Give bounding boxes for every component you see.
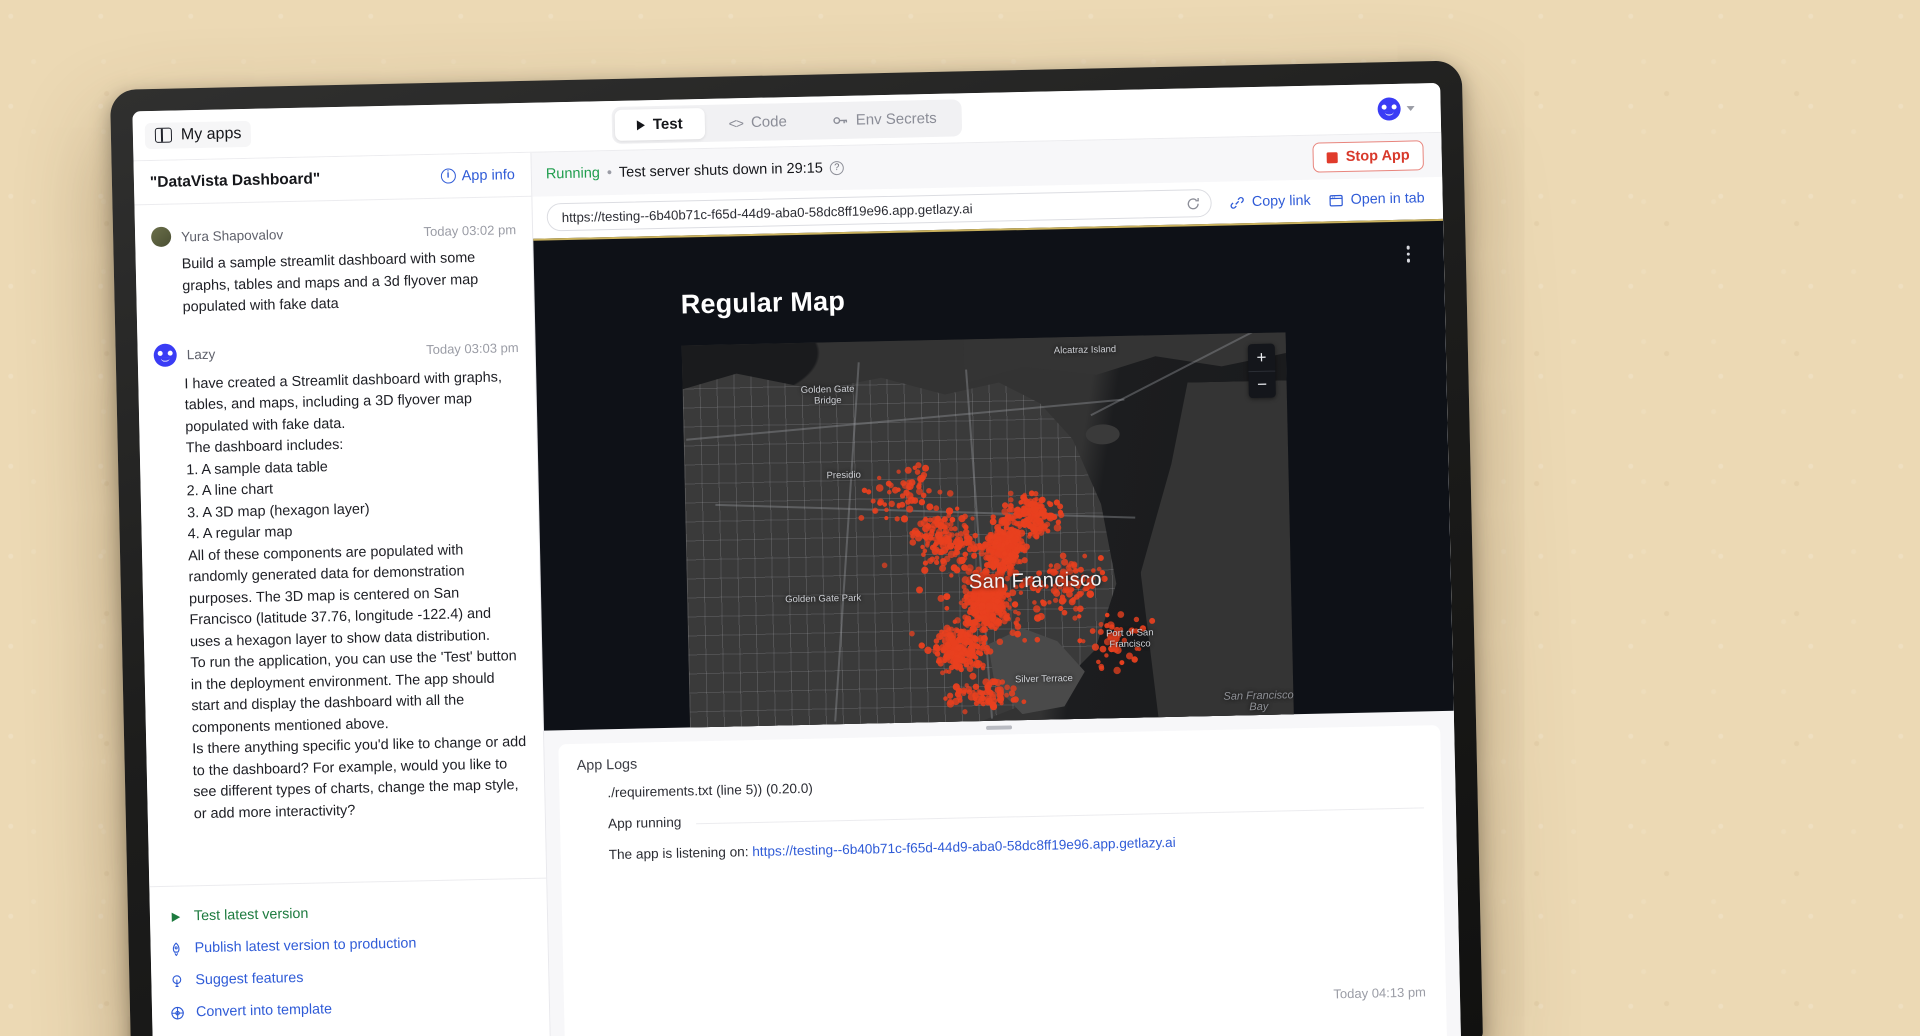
- chat-author: Yura Shapovalov: [181, 224, 414, 244]
- app-preview[interactable]: Regular Map: [533, 219, 1454, 731]
- chevron-down-icon: [1407, 105, 1415, 110]
- chat-message-text: Build a sample streamlit dashboard with …: [152, 247, 518, 319]
- stop-square-icon: [1327, 152, 1338, 163]
- open-in-tab-icon: [1329, 193, 1344, 208]
- status-message: Test server shuts down in 29:15: [619, 160, 823, 180]
- chat-sidebar: "DataVista Dashboard" i App info Yura Sh…: [133, 153, 551, 1036]
- action-label: Suggest features: [195, 970, 303, 988]
- map-zoom-controls: + −: [1248, 344, 1276, 399]
- zoom-out-button[interactable]: −: [1248, 371, 1276, 399]
- status-badge: Running: [546, 165, 600, 182]
- link-icon: [1230, 195, 1245, 210]
- my-apps-button[interactable]: My apps: [145, 120, 252, 148]
- tab-env-secrets-label: Env Secrets: [856, 110, 937, 129]
- avatar: [151, 227, 171, 247]
- app-logs-panel[interactable]: App Logs ./requirements.txt (line 5)) (0…: [558, 725, 1447, 1036]
- copy-link-label: Copy link: [1252, 193, 1311, 210]
- app-info-label: App info: [461, 167, 515, 184]
- log-line: The app is listening on: https://testing…: [579, 829, 1425, 862]
- app-info-button[interactable]: i App info: [440, 167, 515, 185]
- account-menu[interactable]: [1377, 96, 1414, 120]
- app-logs-title: App Logs: [577, 739, 1423, 773]
- action-label: Convert into template: [196, 1001, 332, 1020]
- log-line: ./requirements.txt (line 5)) (0.20.0): [577, 767, 1423, 800]
- map-heading: Regular Map: [680, 286, 845, 321]
- sidebar-actions: Test latest version Publish latest versi…: [149, 878, 550, 1036]
- key-icon: [833, 113, 848, 128]
- main-panel: Running • Test server shuts down in 29:1…: [531, 133, 1461, 1036]
- status-text: Running • Test server shuts down in 29:1…: [546, 160, 844, 182]
- stop-app-button[interactable]: Stop App: [1312, 140, 1424, 172]
- open-in-tab-button[interactable]: Open in tab: [1329, 190, 1425, 208]
- my-apps-label: My apps: [181, 125, 242, 144]
- stop-app-label: Stop App: [1346, 148, 1410, 165]
- map-canvas[interactable]: Golden Gate BridgeAlcatraz IslandPresidi…: [682, 332, 1294, 730]
- reload-icon[interactable]: [1186, 196, 1201, 211]
- tab-code[interactable]: <> Code: [706, 106, 809, 139]
- url-field-wrapper[interactable]: [547, 189, 1213, 232]
- question-circle-icon[interactable]: ?: [830, 161, 844, 175]
- url-input[interactable]: [562, 196, 1176, 224]
- laptop-mockup: My apps Test <> Code Env Secrets: [110, 60, 1483, 1036]
- chat-message-assistant: Lazy Today 03:03 pm I have created a Str…: [153, 336, 528, 826]
- chat-timestamp: Today 03:02 pm: [423, 222, 516, 239]
- view-tabs: Test <> Code Env Secrets: [612, 99, 963, 144]
- code-brackets-icon: <>: [728, 115, 743, 131]
- status-separator: •: [607, 165, 612, 181]
- template-icon: [170, 1005, 185, 1020]
- more-vertical-icon[interactable]: [1406, 246, 1410, 263]
- zoom-in-button[interactable]: +: [1248, 344, 1276, 372]
- chat-thread[interactable]: Yura Shapovalov Today 03:02 pm Build a s…: [134, 197, 546, 886]
- info-icon: i: [441, 168, 456, 183]
- play-icon: [637, 120, 645, 130]
- log-line: App running: [578, 798, 1424, 831]
- page-title: "DataVista Dashboard": [150, 170, 321, 192]
- action-label: Test latest version: [194, 906, 309, 924]
- log-timestamp: Today 04:13 pm: [1333, 984, 1426, 1001]
- lightbulb-icon: [169, 973, 184, 988]
- log-link[interactable]: https://testing--6b40b71c-f65d-44d9-aba0…: [752, 835, 1176, 859]
- tab-test-label: Test: [653, 115, 683, 133]
- open-in-tab-label: Open in tab: [1351, 190, 1425, 208]
- chat-message-user: Yura Shapovalov Today 03:02 pm Build a s…: [151, 219, 518, 319]
- chat-message-text: I have created a Streamlit dashboard wit…: [154, 367, 529, 826]
- action-label: Publish latest version to production: [194, 935, 416, 956]
- copy-link-button[interactable]: Copy link: [1230, 193, 1311, 211]
- tab-env-secrets[interactable]: Env Secrets: [810, 102, 959, 136]
- avatar: [1377, 97, 1400, 120]
- chat-author: Lazy: [187, 342, 417, 362]
- tab-test[interactable]: Test: [615, 108, 705, 141]
- rocket-icon: [169, 941, 184, 956]
- screen: My apps Test <> Code Env Secrets: [132, 83, 1461, 1036]
- chat-message-header: Lazy Today 03:03 pm: [153, 336, 518, 367]
- lazy-bot-avatar: [153, 343, 176, 366]
- chat-timestamp: Today 03:03 pm: [426, 340, 519, 357]
- sidebar-panel-icon: [155, 128, 172, 143]
- play-icon: [168, 909, 183, 924]
- chat-message-header: Yura Shapovalov Today 03:02 pm: [151, 219, 516, 247]
- tab-code-label: Code: [751, 113, 787, 131]
- map-scatter-points: [682, 332, 1294, 730]
